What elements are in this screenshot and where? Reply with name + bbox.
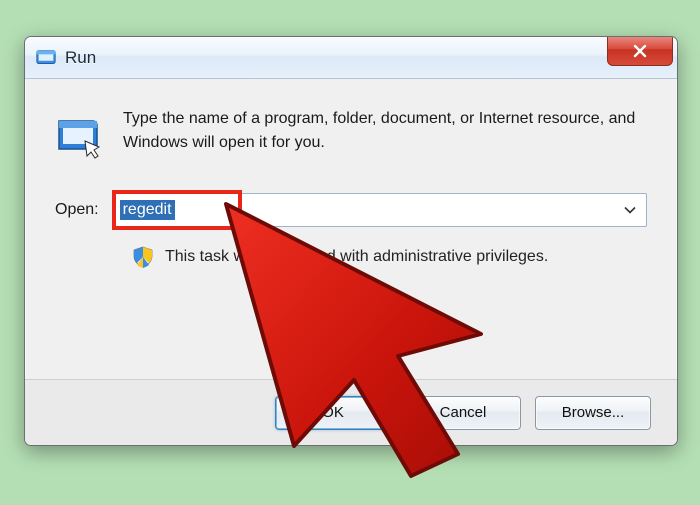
close-icon xyxy=(632,43,648,59)
uac-shield-icon xyxy=(131,245,155,269)
browse-button[interactable]: Browse... xyxy=(535,396,651,430)
open-label: Open: xyxy=(55,201,99,219)
dialog-description: Type the name of a program, folder, docu… xyxy=(123,107,647,155)
button-bar: OK Cancel Browse... xyxy=(25,379,677,445)
open-combobox[interactable]: regedit xyxy=(113,193,647,227)
privilege-note: This task will be created with administr… xyxy=(165,248,548,266)
dialog-content: Type the name of a program, folder, docu… xyxy=(25,79,677,269)
open-input-value: regedit xyxy=(120,200,175,220)
ok-button[interactable]: OK xyxy=(275,396,391,430)
chevron-down-icon[interactable] xyxy=(624,202,636,219)
titlebar[interactable]: Run xyxy=(25,37,677,79)
run-dialog-window: Run Type the name of a program, folder, … xyxy=(24,36,678,446)
cancel-button[interactable]: Cancel xyxy=(405,396,521,430)
run-app-icon xyxy=(35,47,57,69)
close-button[interactable] xyxy=(607,36,673,66)
run-large-icon xyxy=(55,111,103,159)
window-title: Run xyxy=(65,48,96,68)
